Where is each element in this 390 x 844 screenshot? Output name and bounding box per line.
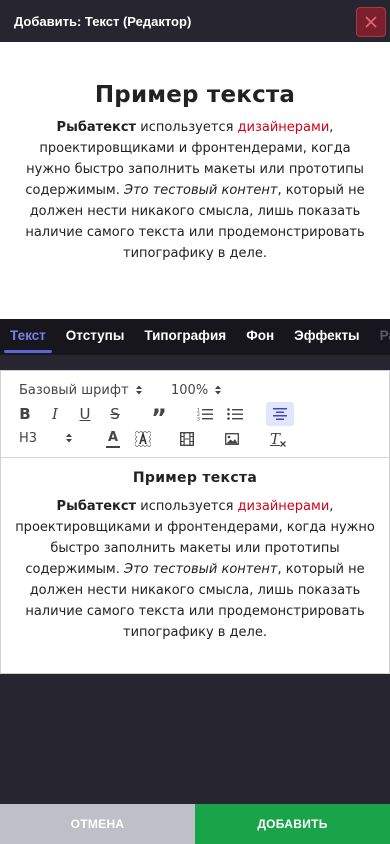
strikethrough-icon: S [110, 405, 120, 423]
italic-button[interactable]: I [45, 404, 65, 424]
close-icon [365, 16, 377, 28]
insert-image-button[interactable] [222, 429, 242, 449]
italic-icon: I [52, 405, 58, 423]
preview-italic-phrase: Это тестовый контент [124, 183, 278, 198]
cancel-button[interactable]: ОТМЕНА [0, 804, 195, 844]
select-arrows-icon [66, 433, 73, 443]
highlight-color-icon [135, 431, 151, 447]
editor-content[interactable]: Пример текста Рыбатекст используется диз… [1, 458, 389, 643]
tab-background[interactable]: Фон [236, 319, 284, 355]
editor-red-word: дизайнерами [237, 499, 330, 514]
select-arrows-icon [135, 385, 142, 395]
editor-text-1: используется [136, 499, 238, 514]
underline-button[interactable]: U [75, 404, 95, 424]
heading-select[interactable]: H3 [19, 429, 73, 447]
preview-red-word: дизайнерами [237, 120, 330, 135]
image-icon [225, 433, 239, 445]
modal-footer: ОТМЕНА ДОБАВИТЬ [0, 804, 390, 844]
text-color-button[interactable]: A [103, 428, 123, 450]
preview-title: Пример текста [94, 82, 296, 108]
clear-x-icon [280, 441, 286, 447]
preview-paragraph: Рыбатекст используется дизайнерами, прое… [20, 117, 370, 264]
tab-text[interactable]: Текст [0, 319, 56, 355]
preview-text-1: используется [136, 120, 238, 135]
editor-toolbar: Базовый шрифт 100% B I U S ” 1 2 3 H3 A … [1, 371, 389, 458]
modal-header: Добавить: Текст (Редактор) [0, 0, 390, 42]
settings-tabs: Текст Отступы Типография Фон Эффекты Ра [0, 319, 390, 355]
text-color-swatch [106, 445, 120, 448]
insert-video-button[interactable] [177, 429, 197, 449]
heading-value: H3 [19, 430, 38, 446]
bullet-list-button[interactable] [225, 404, 245, 424]
tab-typography[interactable]: Типография [134, 319, 236, 355]
align-center-icon [273, 408, 287, 420]
font-size-select[interactable]: 100% [171, 381, 222, 399]
bold-button[interactable]: B [15, 404, 35, 424]
editor-bold-word: Рыбатекст [56, 499, 137, 514]
tab-effects[interactable]: Эффекты [284, 319, 369, 355]
bold-icon: B [19, 405, 31, 423]
quote-icon: ” [151, 404, 167, 432]
modal-title: Добавить: Текст (Редактор) [14, 13, 192, 29]
underline-icon: U [79, 405, 91, 423]
clear-formatting-button[interactable]: T [267, 428, 289, 450]
editor-paragraph: Рыбатекст используется дизайнерами, прое… [15, 496, 375, 643]
rich-text-editor: Базовый шрифт 100% B I U S ” 1 2 3 H3 A … [0, 370, 390, 674]
background-color-button[interactable] [133, 428, 153, 450]
ordered-list-icon: 1 2 3 [197, 408, 213, 422]
editor-italic-phrase: Это тестовый контент [124, 562, 278, 577]
editor-heading: Пример текста [132, 470, 258, 486]
tab-spacing[interactable]: Отступы [56, 319, 135, 355]
blockquote-button[interactable]: ” [149, 404, 169, 430]
font-family-value: Базовый шрифт [19, 382, 129, 398]
preview-bold-word: Рыбатекст [56, 120, 137, 135]
add-button[interactable]: ДОБАВИТЬ [195, 804, 390, 844]
font-family-select[interactable]: Базовый шрифт [19, 381, 143, 399]
text-color-icon: A [107, 429, 119, 445]
clear-format-icon: T [269, 430, 280, 448]
film-icon [180, 432, 194, 446]
close-button[interactable] [356, 7, 386, 37]
select-arrows-icon [215, 385, 222, 395]
text-preview: Пример текста Рыбатекст используется диз… [0, 42, 390, 319]
strikethrough-button[interactable]: S [105, 404, 125, 424]
tab-more[interactable]: Ра [370, 319, 390, 355]
ordered-list-button[interactable]: 1 2 3 [195, 404, 215, 424]
align-center-button[interactable] [266, 402, 294, 426]
bullet-list-icon [227, 408, 243, 420]
font-size-value: 100% [171, 382, 209, 398]
svg-text:3: 3 [197, 417, 200, 422]
